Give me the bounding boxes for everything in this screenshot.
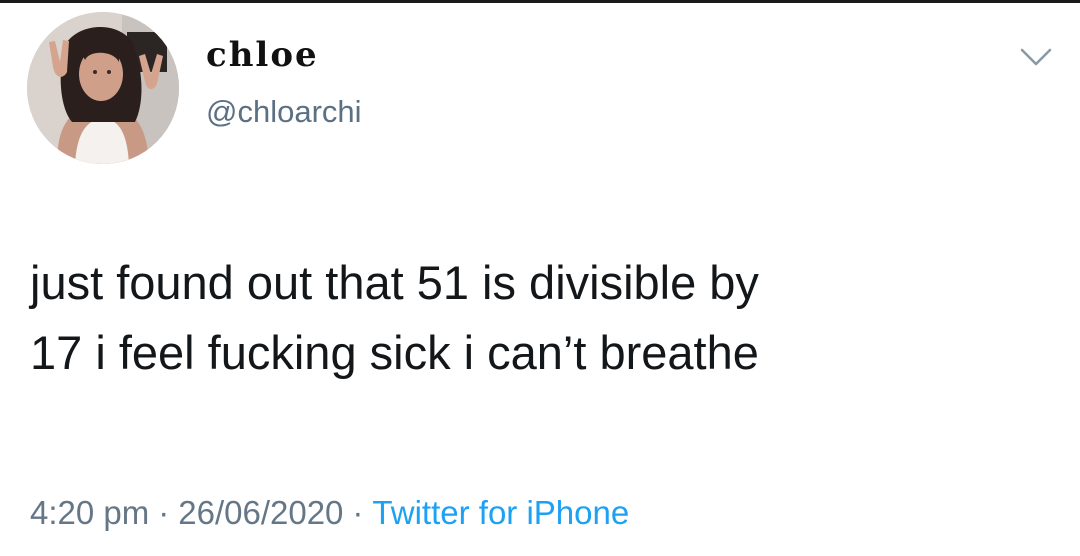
tweet-meta: 4:20 pm · 26/06/2020 · Twitter for iPhone	[30, 496, 629, 529]
avatar[interactable]	[27, 12, 179, 164]
tweet-text-line: just found out that 51 is divisible by	[30, 256, 759, 309]
user-handle[interactable]: @chloarchi	[206, 96, 362, 127]
tweet-time[interactable]: 4:20 pm	[30, 494, 149, 531]
tweet-text: just found out that 51 is divisible by 1…	[30, 248, 1050, 388]
tweet-source-link[interactable]: Twitter for iPhone	[372, 494, 629, 531]
chevron-down-icon[interactable]	[1016, 44, 1056, 72]
avatar-image	[27, 12, 179, 164]
display-name[interactable]: chloe	[206, 38, 319, 72]
tweet-text-line: 17 i feel fucking sick i can’t breathe	[30, 326, 759, 379]
tweet-card: chloe @chloarchi just found out that 51 …	[0, 0, 1080, 556]
tweet-date[interactable]: 26/06/2020	[178, 494, 343, 531]
separator-dot: ·	[158, 494, 170, 531]
separator-dot: ·	[352, 494, 364, 531]
